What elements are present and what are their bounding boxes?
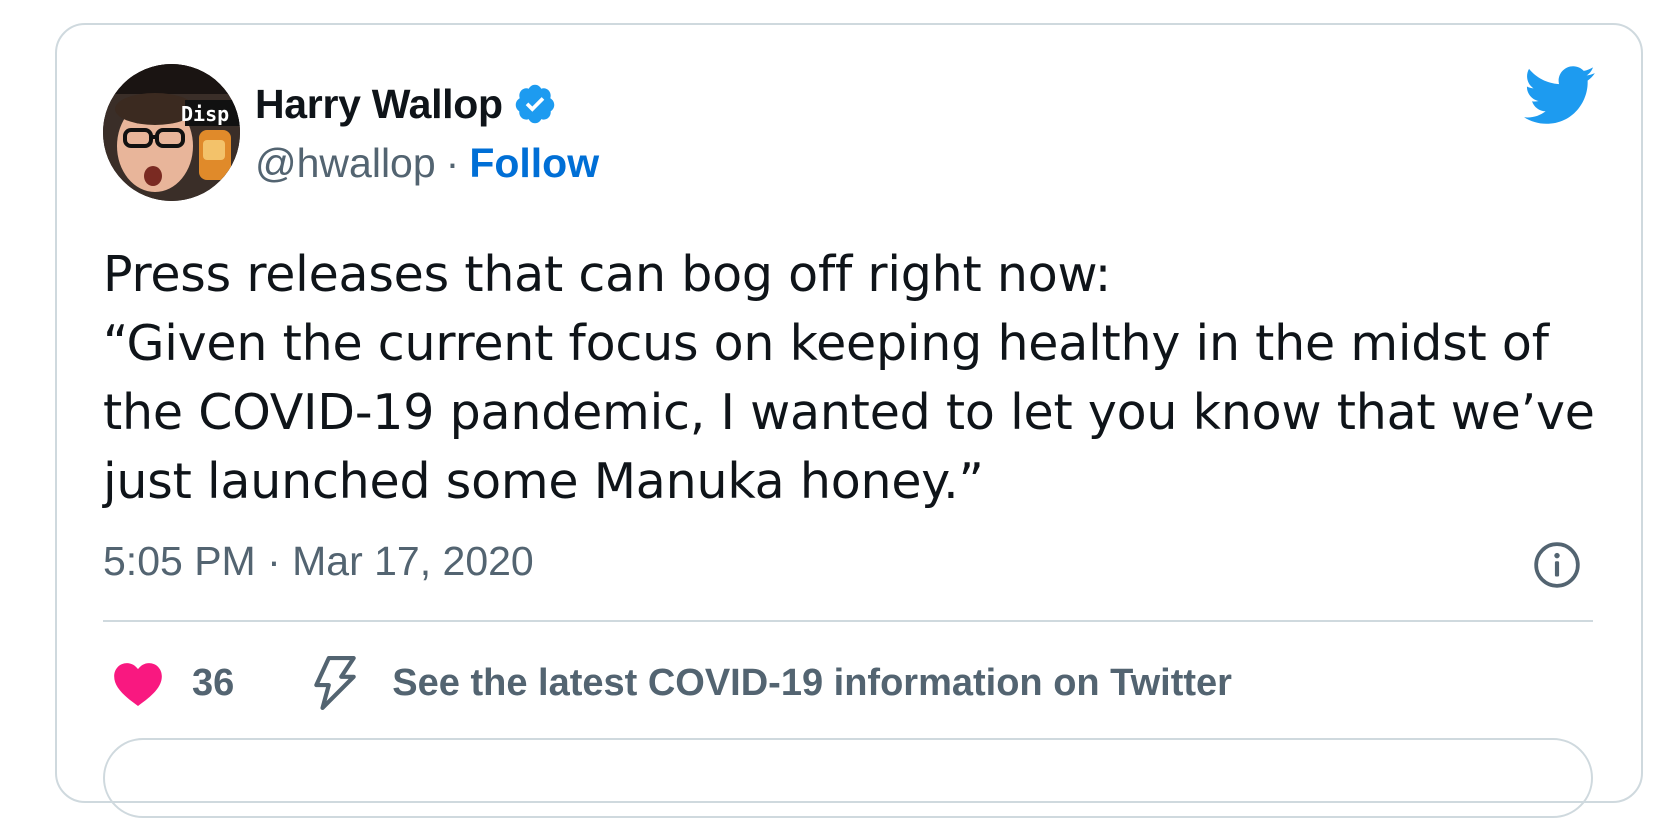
follow-button[interactable]: Follow (469, 140, 599, 187)
author-handle[interactable]: @hwallop (255, 140, 436, 187)
info-icon[interactable] (1532, 540, 1582, 590)
tweet-timestamp[interactable]: 5:05 PM · Mar 17, 2020 (103, 538, 534, 585)
avatar-badge-text: Disp (181, 102, 230, 126)
avatar-photo (103, 64, 240, 201)
handle-separator: · (445, 139, 460, 186)
heart-icon[interactable] (112, 659, 164, 707)
twitter-bird-icon[interactable] (1524, 66, 1596, 126)
like-count[interactable]: 36 (192, 662, 234, 705)
author-name-row: Harry Wallop (255, 78, 557, 130)
author-display-name[interactable]: Harry Wallop (255, 81, 503, 128)
covid-info-link[interactable]: See the latest COVID-19 information on T… (392, 662, 1232, 705)
read-replies-button[interactable] (103, 738, 1593, 818)
author-handle-row: @hwallop · Follow (255, 137, 599, 189)
tweet-actions: 36 See the latest COVID-19 information o… (112, 655, 1232, 711)
verified-badge-icon (515, 84, 555, 124)
avatar[interactable]: Disp (103, 64, 240, 201)
tweet-text: Press releases that can bog off right no… (103, 246, 1595, 510)
lightning-bolt-icon (314, 656, 357, 710)
divider (103, 620, 1593, 622)
